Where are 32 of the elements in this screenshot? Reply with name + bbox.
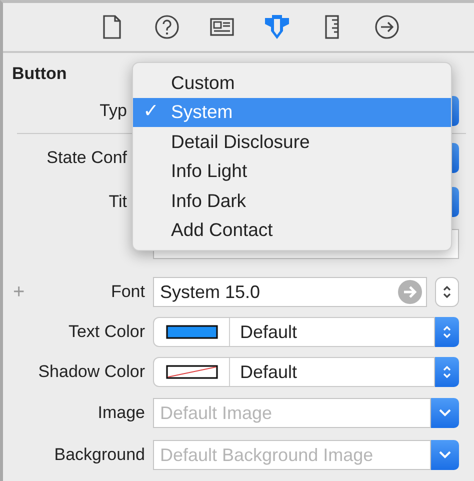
stepper-button[interactable] — [435, 357, 459, 387]
shield-down-icon — [264, 14, 290, 40]
property-label: Image — [98, 403, 145, 422]
stepper-button[interactable] — [435, 277, 459, 307]
color-popup[interactable]: Default — [153, 317, 435, 347]
property-label: Tit — [108, 192, 127, 212]
up-down-chevron-icon — [442, 363, 452, 381]
menu-item[interactable]: Info Light — [133, 156, 451, 186]
font-field[interactable]: System 15.0 — [153, 277, 427, 307]
property-label: State Conf — [46, 148, 127, 168]
property-label: Shadow Color — [38, 362, 145, 382]
color-popup[interactable]: Default — [153, 357, 435, 387]
chevron-down-icon — [439, 409, 451, 417]
section-title: Button — [12, 64, 67, 83]
menu-item[interactable]: Add Contact — [133, 216, 451, 245]
help-icon — [154, 14, 180, 40]
property-label: Background — [54, 445, 145, 464]
arrow-circle-icon — [374, 14, 400, 40]
up-down-chevron-icon — [442, 283, 452, 301]
popup-value: Default — [240, 360, 298, 384]
menu-item[interactable]: Custom — [133, 68, 451, 98]
property-label: Text Color — [68, 322, 145, 342]
menu-item[interactable]: Info Dark — [133, 186, 451, 216]
property-label: Typ — [100, 101, 127, 120]
property-label: Font — [110, 282, 145, 302]
popup-value: Default — [240, 320, 298, 344]
dropdown-button[interactable] — [431, 398, 459, 428]
chevron-down-icon — [439, 451, 451, 459]
up-down-chevron-icon — [442, 323, 452, 341]
dropdown-button[interactable] — [431, 440, 459, 470]
stepper-button[interactable] — [435, 317, 459, 347]
menu-item[interactable]: Detail Disclosure — [133, 127, 451, 156]
